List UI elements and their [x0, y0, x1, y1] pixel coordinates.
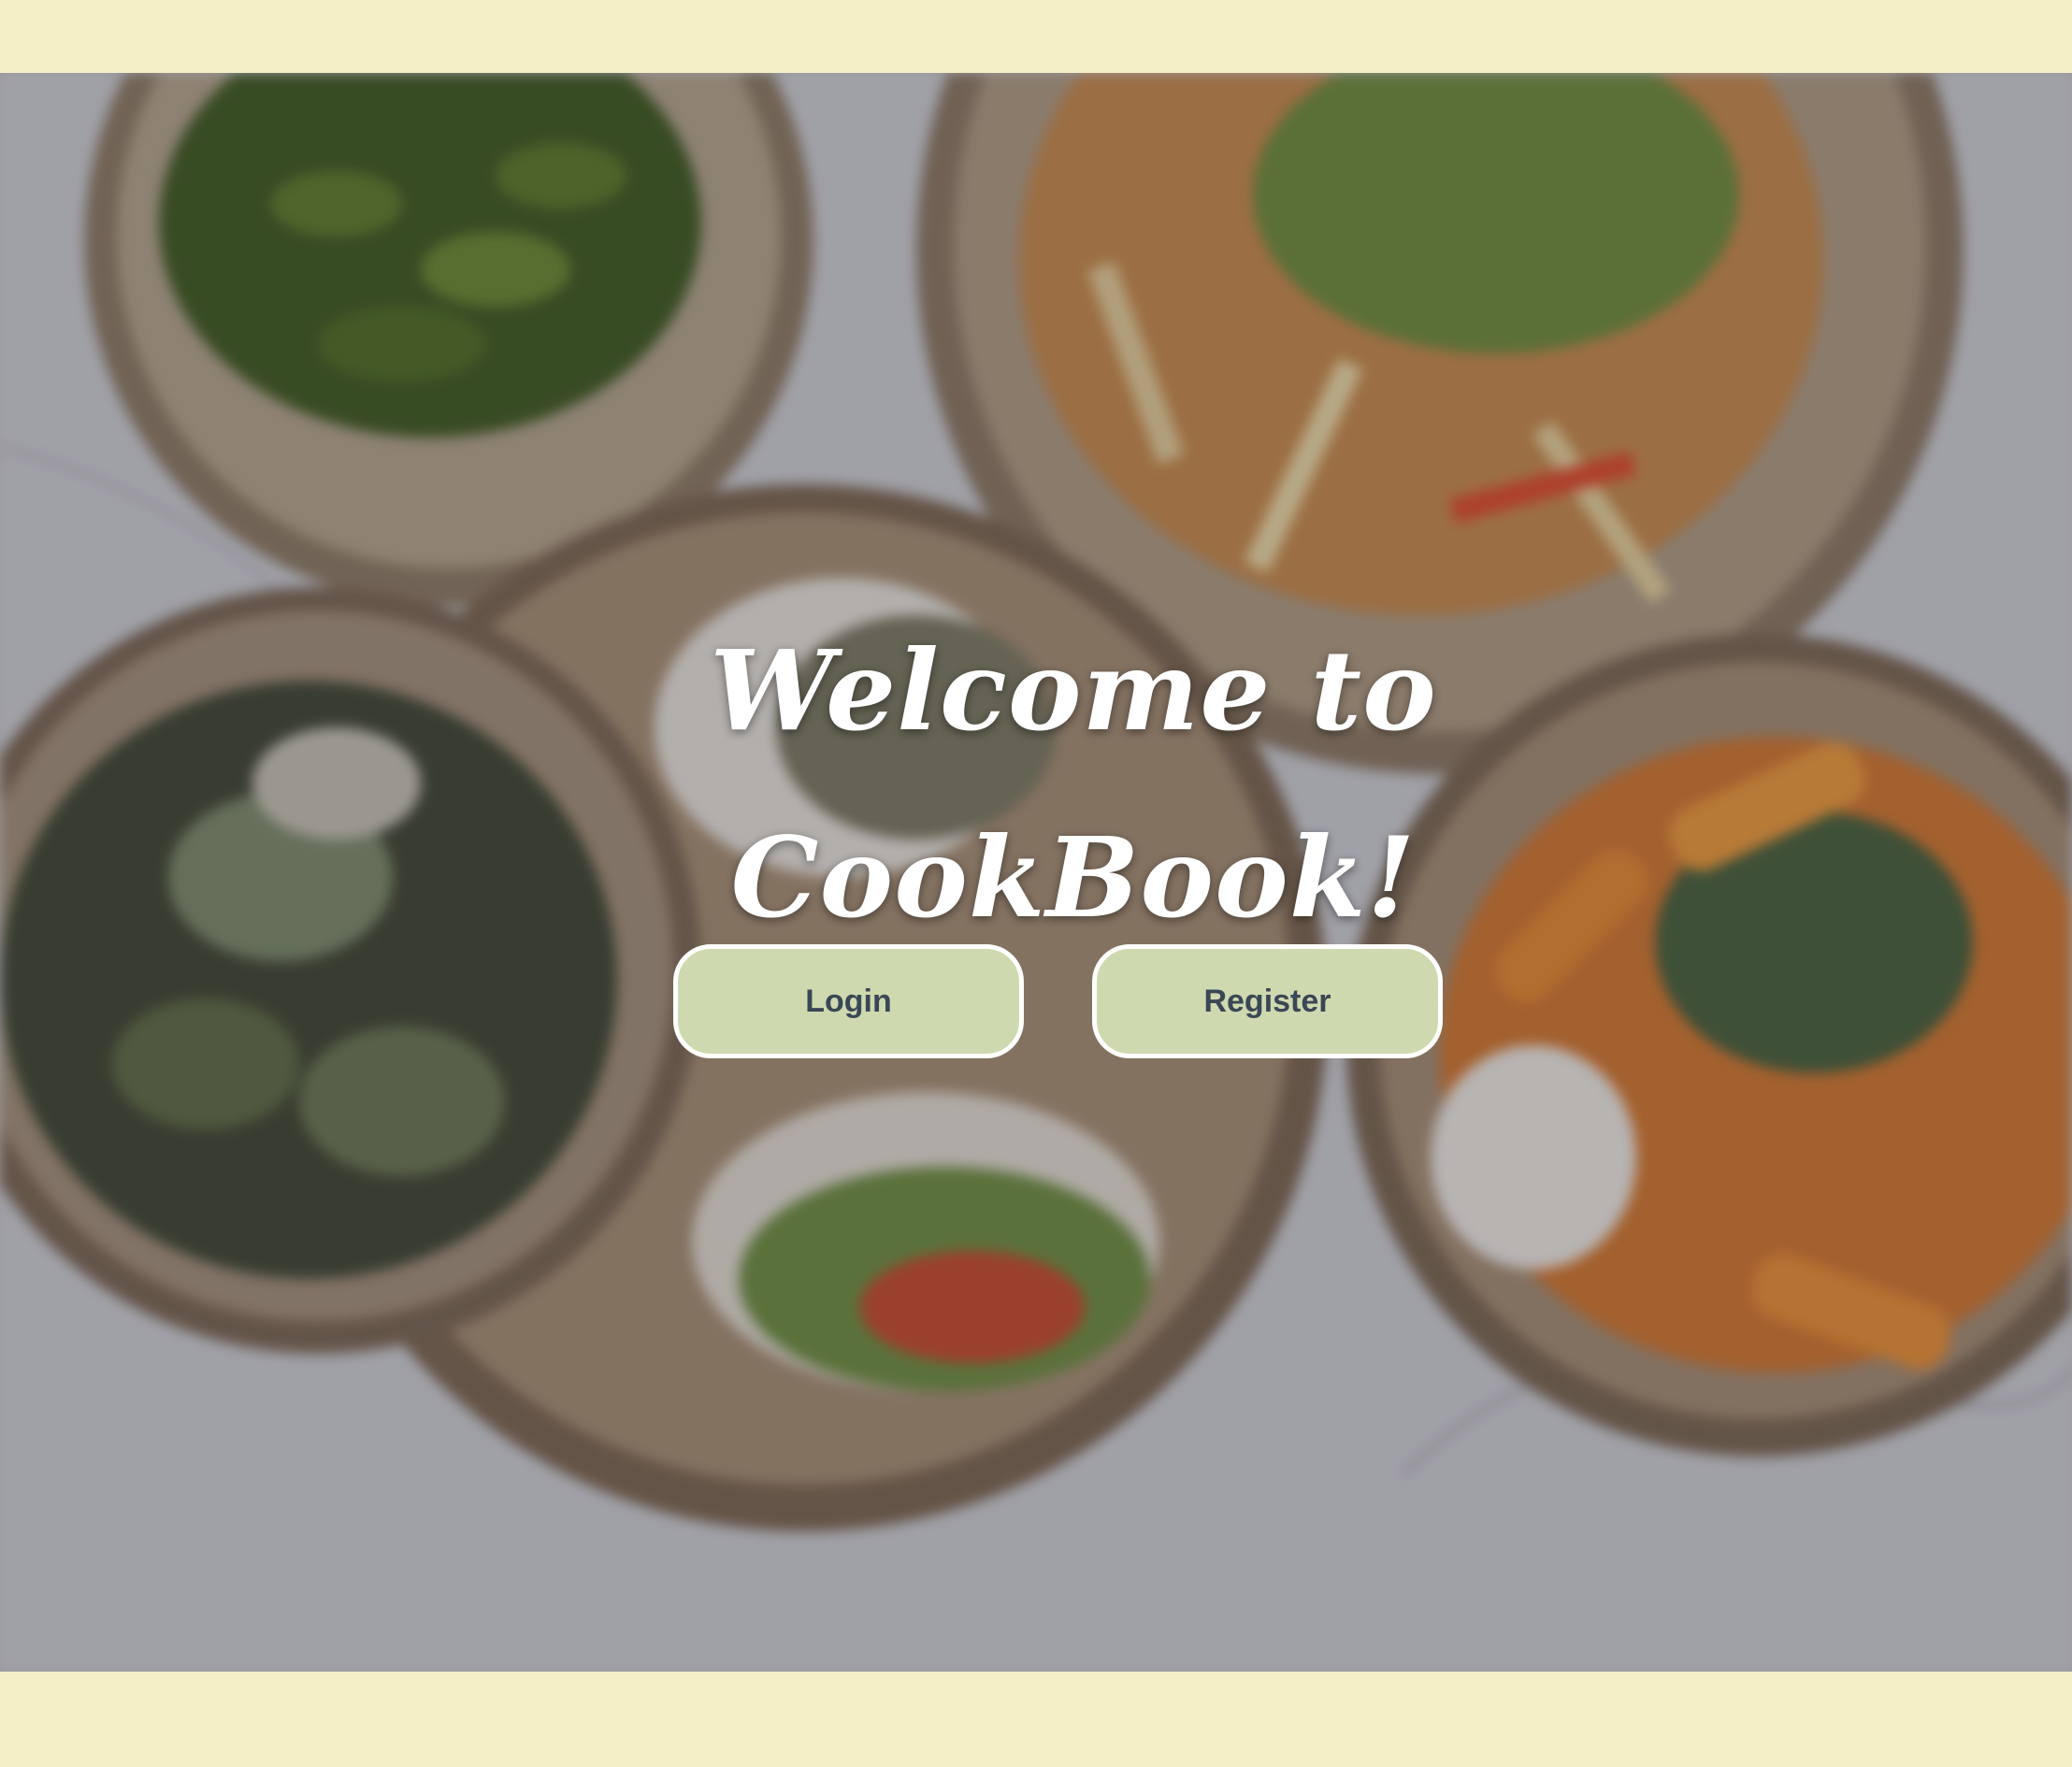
login-button[interactable]: Login — [673, 944, 1024, 1058]
bottom-band — [0, 1672, 2072, 1767]
register-button[interactable]: Register — [1092, 944, 1443, 1058]
top-band — [0, 0, 2072, 73]
welcome-title-line1: Welcome to — [710, 625, 1437, 756]
welcome-title: Welcome to CookBook! — [662, 597, 1485, 971]
